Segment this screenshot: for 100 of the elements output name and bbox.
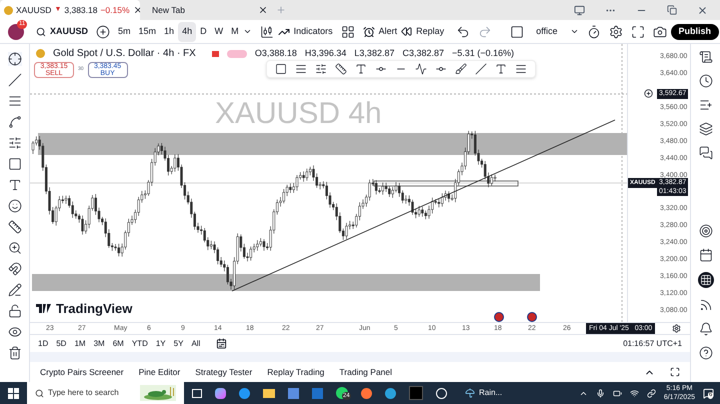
camera-icon[interactable] [652, 24, 666, 38]
channel-icon[interactable] [315, 63, 327, 75]
menu-icon[interactable] [515, 63, 527, 75]
range-button[interactable]: YTD [132, 338, 148, 350]
tradingview-app-icon[interactable] [409, 386, 423, 400]
text-icon[interactable] [495, 63, 507, 75]
interval-button[interactable]: 4h [178, 22, 196, 42]
restore-icon[interactable] [667, 5, 677, 15]
wifi-icon[interactable] [630, 388, 639, 398]
chat-icon[interactable] [698, 146, 712, 160]
ruler-icon[interactable] [8, 220, 22, 234]
range-button[interactable]: 5D [56, 338, 66, 350]
watchlist-icon[interactable] [698, 50, 712, 64]
bell-icon[interactable] [698, 322, 712, 336]
close-icon[interactable] [258, 5, 268, 15]
edge-icon[interactable] [239, 388, 250, 398]
symbol-search[interactable]: XAUUSD [36, 24, 88, 38]
eye-icon[interactable] [8, 325, 22, 339]
firefox-icon[interactable] [361, 388, 372, 398]
calendar-icon[interactable] [698, 248, 712, 262]
interval-button[interactable]: 1h [160, 22, 178, 42]
add-symbol-icon[interactable] [96, 24, 110, 38]
range-button[interactable]: 6M [112, 338, 124, 350]
taskbar-search-field[interactable]: Type here to search [27, 382, 184, 404]
list-icon[interactable] [698, 98, 712, 112]
range-button[interactable]: 3M [94, 338, 105, 350]
range-button[interactable]: 5Y [174, 338, 184, 350]
add-alert-icon[interactable] [644, 89, 653, 98]
crosshair-icon[interactable] [8, 52, 22, 66]
interval-button[interactable]: 5m [114, 22, 135, 42]
redo-icon[interactable] [478, 24, 492, 38]
brush-icon[interactable] [455, 63, 467, 75]
store-icon[interactable] [288, 388, 299, 398]
pencil-lock-icon[interactable] [8, 283, 22, 297]
recorder-icon[interactable] [436, 388, 447, 398]
layout-dropdown[interactable]: office [536, 24, 578, 38]
horizontal-lines-icon[interactable] [8, 94, 22, 108]
text-cursor-icon[interactable] [355, 63, 367, 75]
replay-button[interactable]: Replay [401, 24, 444, 38]
range-button[interactable]: 1Y [156, 338, 166, 350]
smile-icon[interactable] [8, 199, 22, 213]
help-icon[interactable] [698, 346, 712, 360]
settings-icon[interactable] [672, 324, 681, 333]
candlestick-icon[interactable] [260, 24, 274, 38]
target-icon[interactable] [698, 224, 712, 238]
interval-button[interactable]: W [210, 22, 228, 42]
notifications-icon[interactable] [703, 388, 714, 398]
task-view-icon[interactable] [192, 388, 202, 398]
close-icon[interactable] [132, 5, 143, 15]
fib-icon[interactable] [295, 63, 307, 75]
date-range-icon[interactable] [216, 338, 228, 349]
pattern-icon[interactable] [8, 115, 22, 129]
avatar[interactable] [8, 24, 24, 40]
lock-icon[interactable] [8, 304, 22, 318]
settings-icon[interactable] [608, 24, 622, 38]
grid-icon[interactable] [698, 272, 714, 288]
trend-line-icon[interactable] [8, 73, 22, 87]
clock-icon[interactable] [698, 74, 712, 88]
measure-icon[interactable] [335, 63, 347, 75]
polyline-icon[interactable] [415, 63, 427, 75]
text-icon[interactable] [8, 178, 22, 192]
zoom-in-icon[interactable] [8, 241, 22, 255]
fullscreen-icon[interactable] [630, 24, 644, 38]
range-button[interactable]: All [191, 338, 200, 350]
utc-clock[interactable]: 01:16:57 UTC+1 [623, 338, 682, 350]
mic-icon[interactable] [596, 388, 605, 398]
interval-button[interactable]: 15m [134, 22, 160, 42]
interval-button[interactable]: D [196, 22, 211, 42]
undo-icon[interactable] [456, 24, 470, 38]
layers-icon[interactable] [698, 122, 712, 136]
timer-icon[interactable] [586, 24, 600, 38]
link-icon[interactable] [646, 388, 656, 398]
close-icon[interactable] [697, 4, 708, 16]
rectangle-icon[interactable] [8, 157, 22, 171]
battery-icon[interactable] [612, 388, 622, 398]
signal-icon[interactable] [698, 298, 712, 312]
copilot-icon[interactable] [215, 388, 226, 398]
chevron-down-icon[interactable] [242, 27, 252, 36]
trash-icon[interactable] [8, 346, 22, 360]
panel-tab[interactable]: Crypto Pairs Screener [40, 366, 124, 378]
panel-tab[interactable]: Trading Panel [339, 366, 392, 378]
windows-icon[interactable] [8, 388, 19, 398]
range-button[interactable]: 1M [74, 338, 86, 350]
magnet-icon[interactable] [8, 262, 22, 276]
panel-tab[interactable]: Pine Editor [138, 366, 180, 378]
panel-tab[interactable]: Strategy Tester [195, 366, 252, 378]
indicators-button[interactable]: Indicators [278, 24, 333, 38]
interval-button[interactable]: M [227, 22, 243, 42]
alert-button[interactable]: Alert [362, 24, 398, 38]
grid-icon[interactable] [340, 24, 355, 38]
rectangle-icon[interactable] [275, 63, 287, 75]
range-button[interactable]: 1D [38, 338, 48, 350]
line-icon[interactable] [475, 63, 487, 75]
folder-icon[interactable] [263, 388, 275, 398]
outlook-icon[interactable] [312, 388, 323, 398]
weather-text[interactable]: Rain... [479, 387, 502, 399]
maximize-icon[interactable] [670, 367, 680, 377]
fib-icon[interactable] [8, 136, 22, 150]
publish-button[interactable]: Publish [670, 24, 720, 40]
telegram-icon[interactable] [385, 388, 396, 398]
